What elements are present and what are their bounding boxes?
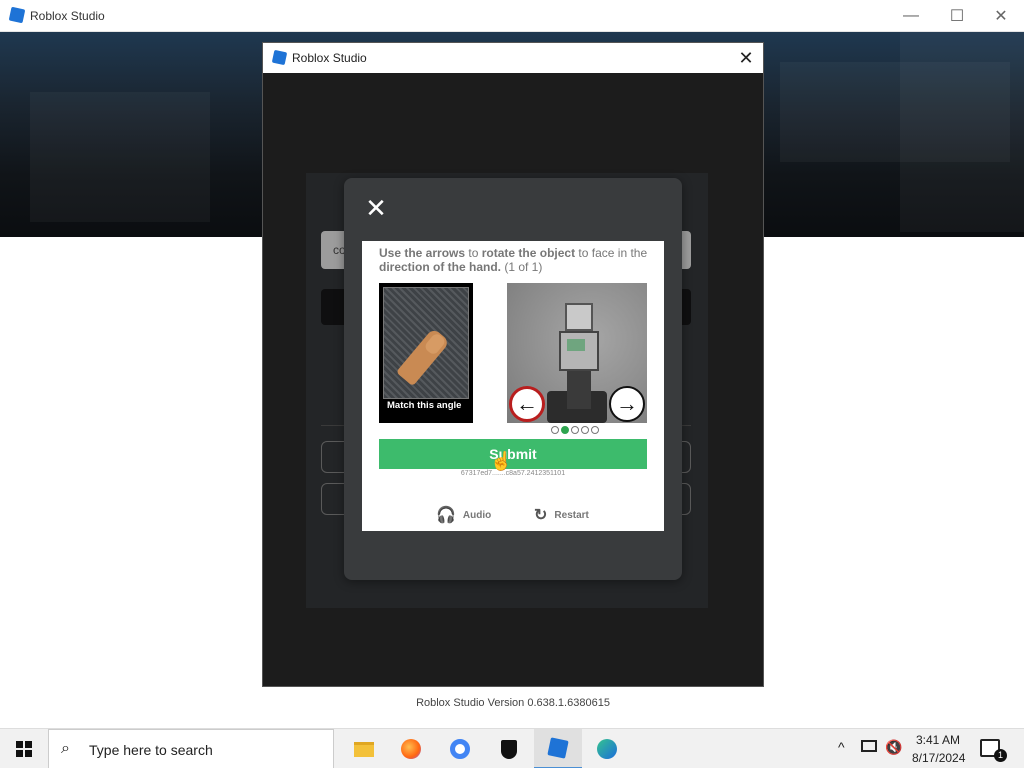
outer-window-titlebar: Roblox Studio — ☐ ✕ [0,0,1024,32]
object-legs [567,369,591,409]
progress-dot [561,426,569,434]
security-button[interactable] [485,729,533,768]
file-explorer-button[interactable] [340,729,388,768]
taskbar: ⌕ Type here to search ^ 🔇 3:41 AM 8/17/2… [0,728,1024,768]
progress-dot [551,426,559,434]
captcha-frame: Use the arrows to rotate the object to f… [362,241,664,531]
taskbar-search[interactable]: ⌕ Type here to search [48,729,334,768]
search-icon: ⌕ [61,740,70,757]
clock-date[interactable]: 8/17/2024 [912,751,965,765]
roblox-studio-icon [8,6,26,24]
volume-muted-icon[interactable]: 🔇 [885,739,902,756]
progress-dot [581,426,589,434]
roblox-studio-icon [271,49,288,66]
close-button[interactable]: ✕ [978,0,1024,32]
notification-count: 1 [994,749,1007,762]
rotate-left-button[interactable]: ← [509,386,545,422]
audio-button[interactable]: 🎧 Audio [436,505,491,525]
login-window-titlebar: Roblox Studio ✕ [263,43,763,73]
security-icon [501,739,517,759]
headphones-icon: 🎧 [436,507,456,524]
restart-label: Restart [554,509,589,521]
start-button[interactable] [0,729,48,768]
object-head [565,303,593,331]
progress-dots [551,426,599,434]
windows-icon [16,741,32,757]
restart-button[interactable]: ↻ Restart [534,505,589,525]
reference-label: Match this angle [387,400,462,411]
search-placeholder: Type here to search [89,742,213,758]
roblox-studio-icon [547,737,569,759]
reference-picture [383,287,469,399]
firefox-icon [401,739,421,759]
chrome-button[interactable] [436,729,484,768]
file-explorer-icon [354,741,374,757]
chevron-up-icon[interactable]: ^ [838,739,845,755]
chrome-icon [450,739,470,759]
maximize-button[interactable]: ☐ [934,0,980,32]
clock-time[interactable]: 3:41 AM [916,733,960,747]
login-window-close-button[interactable]: ✕ [729,43,763,73]
submit-button[interactable]: Submit [379,439,647,469]
session-id: 67317ed7.......c8a57.2412351101 [460,470,566,477]
edge-icon [597,739,617,759]
roblox-studio-taskbar-button[interactable] [534,729,582,768]
progress-dot [571,426,579,434]
minimize-button[interactable]: — [888,0,934,32]
captcha-instruction: Use the arrows to rotate the object to f… [379,246,648,274]
restart-icon: ↻ [534,507,548,524]
firefox-button[interactable] [387,729,435,768]
network-icon[interactable] [861,740,877,752]
edge-button[interactable] [583,729,631,768]
object-chest [567,339,585,351]
rotatable-object-image: ← → [507,283,647,423]
captcha-close-button[interactable]: ✕ [364,195,388,221]
login-window-title: Roblox Studio [292,51,367,65]
hand-cursor-icon: ☝ [490,451,513,471]
progress-dot [591,426,599,434]
rotate-right-button[interactable]: → [609,386,645,422]
captcha-modal: ✕ Use the arrows to rotate the object to… [344,178,682,580]
outer-window-title: Roblox Studio [30,9,105,23]
audio-label: Audio [462,509,492,521]
reference-image: Match this angle [379,283,473,423]
version-text: Roblox Studio Version 0.638.1.6380615 [416,697,610,709]
object-body [559,331,599,371]
